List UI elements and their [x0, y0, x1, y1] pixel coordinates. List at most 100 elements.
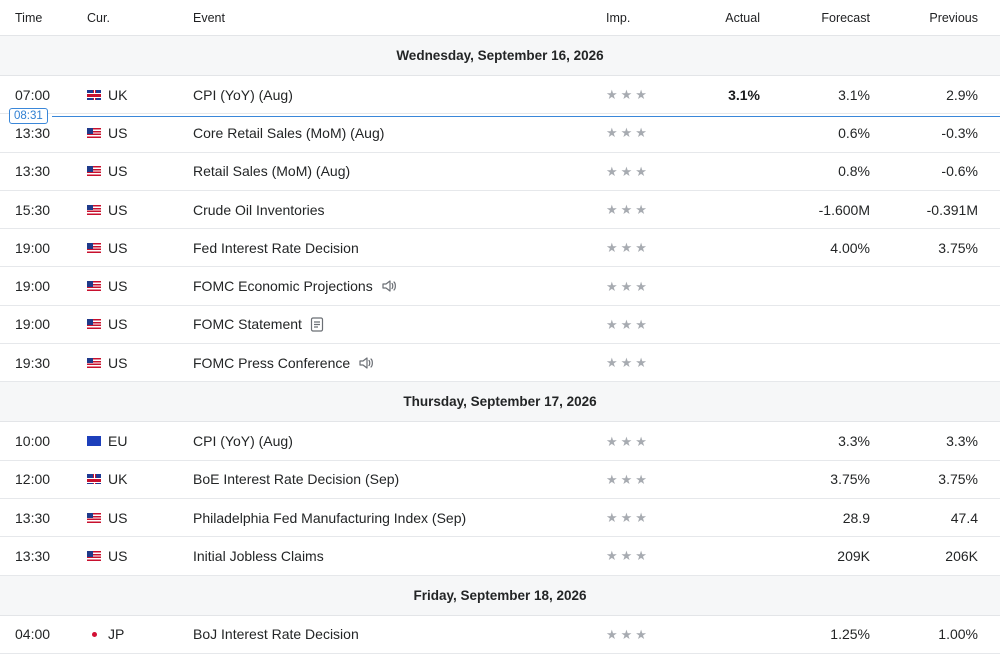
previous-value: 2.9% [946, 86, 978, 103]
speaker-icon[interactable] [381, 279, 397, 293]
star-icons: ★★★ [606, 278, 650, 294]
header-event[interactable]: Event [193, 11, 588, 25]
jp-flag-icon [87, 629, 101, 639]
table-row[interactable]: 13:30 US Core Retail Sales (MoM) (Aug) ★★★ 0… [0, 114, 1000, 153]
event-currency: UK [73, 87, 193, 103]
event-time: 19:00 [15, 316, 51, 333]
event-name-cell: FOMC Economic Projections [193, 278, 588, 294]
forecast-value: -1.600M [818, 201, 870, 218]
event-name[interactable]: FOMC Press Conference [193, 355, 350, 371]
us-flag-icon [87, 166, 101, 177]
importance-stars: ★★★ [588, 354, 678, 371]
event-name[interactable]: Initial Jobless Claims [193, 548, 324, 564]
current-time-badge: 08:31 [9, 108, 48, 124]
table-row[interactable]: 19:00 US FOMC Economic Projections ★★★ [0, 267, 1000, 306]
event-currency: JP [73, 626, 193, 642]
currency-code: US [108, 547, 128, 564]
event-currency: US [73, 202, 193, 218]
previous-value: 3.75% [938, 239, 978, 256]
star-icons: ★★★ [606, 471, 650, 487]
us-flag-icon [87, 204, 101, 215]
event-time: 07:00 [15, 86, 51, 103]
importance-stars: ★★★ [588, 471, 678, 488]
event-currency: US [73, 510, 193, 526]
header-previous[interactable]: Previous [870, 11, 978, 25]
header-actual[interactable]: Actual [678, 11, 760, 25]
importance-stars: ★★★ [588, 433, 678, 450]
event-currency: US [73, 240, 193, 256]
event-name[interactable]: CPI (YoY) (Aug) [193, 433, 293, 449]
forecast-value: 3.75% [830, 471, 870, 488]
currency-code: EU [108, 433, 128, 450]
table-row[interactable]: 12:00 UK BoE Interest Rate Decision (Sep) ★… [0, 461, 1000, 499]
currency-code: US [108, 316, 128, 333]
header-currency[interactable]: Cur. [73, 11, 193, 25]
currency-code: US [108, 354, 128, 371]
forecast-value: 0.6% [838, 124, 870, 141]
speaker-icon[interactable] [358, 356, 374, 370]
event-time: 13:30 [15, 547, 51, 564]
event-name[interactable]: BoJ Interest Rate Decision [193, 626, 359, 642]
event-currency: US [73, 316, 193, 332]
table-row[interactable]: 15:30 US Crude Oil Inventories ★★★ -1.600M -0… [0, 191, 1000, 230]
table-row[interactable]: 13:30 US Initial Jobless Claims ★★★ 209K 206K [0, 537, 1000, 576]
table-row[interactable]: 07:00 UK CPI (YoY) (Aug) ★★★ 3.1% 3.1% 2.9% [0, 76, 1000, 115]
event-name[interactable]: BoE Interest Rate Decision (Sep) [193, 471, 399, 487]
uk-flag-icon [87, 89, 101, 100]
header-importance[interactable]: Imp. [588, 11, 678, 25]
event-name[interactable]: Crude Oil Inventories [193, 202, 325, 218]
event-name[interactable]: Philadelphia Fed Manufacturing Index (Se… [193, 510, 466, 526]
forecast-value: 3.3% [838, 433, 870, 450]
header-time[interactable]: Time [0, 11, 73, 25]
importance-stars: ★★★ [588, 124, 678, 141]
header-forecast[interactable]: Forecast [760, 11, 870, 25]
event-time: 15:30 [15, 201, 51, 218]
currency-code: US [108, 278, 128, 295]
event-currency: EU [73, 433, 193, 449]
previous-value: 3.75% [938, 471, 978, 488]
currency-code: US [108, 124, 128, 141]
event-currency: US [73, 278, 193, 294]
table-row[interactable]: 19:00 US FOMC Statement ★★★ [0, 306, 1000, 345]
importance-stars: ★★★ [588, 163, 678, 180]
event-name[interactable]: FOMC Economic Projections [193, 278, 373, 294]
star-icons: ★★★ [606, 433, 650, 449]
event-name-cell: CPI (YoY) (Aug) [193, 87, 588, 103]
event-name-cell: FOMC Press Conference [193, 355, 588, 371]
event-name[interactable]: Core Retail Sales (MoM) (Aug) [193, 125, 384, 141]
day-header: Wednesday, September 16, 2026 [0, 36, 1000, 76]
day-header: Thursday, September 17, 2026 [0, 382, 1000, 423]
event-name[interactable]: Retail Sales (MoM) (Aug) [193, 163, 350, 179]
previous-value: -0.391M [926, 201, 978, 218]
event-currency: US [73, 548, 193, 564]
importance-stars: ★★★ [588, 239, 678, 256]
table-row[interactable]: 19:00 US Fed Interest Rate Decision ★★★ 4.00… [0, 229, 1000, 268]
event-currency: US [73, 125, 193, 141]
event-name[interactable]: CPI (YoY) (Aug) [193, 87, 293, 103]
event-name[interactable]: Fed Interest Rate Decision [193, 240, 359, 256]
event-currency: UK [73, 471, 193, 487]
us-flag-icon [87, 127, 101, 138]
document-icon[interactable] [310, 317, 324, 332]
forecast-value: 0.8% [838, 163, 870, 180]
importance-stars: ★★★ [588, 626, 678, 643]
table-row[interactable]: 19:30 US FOMC Press Conference ★★★ [0, 344, 1000, 383]
star-icons: ★★★ [606, 548, 650, 564]
previous-value: 3.3% [946, 433, 978, 450]
currency-code: UK [108, 86, 128, 103]
previous-value: 206K [945, 547, 978, 564]
previous-value: 1.00% [938, 626, 978, 643]
importance-stars: ★★★ [588, 86, 678, 103]
us-flag-icon [87, 281, 101, 292]
forecast-value: 28.9 [842, 509, 870, 526]
event-name[interactable]: FOMC Statement [193, 316, 302, 332]
table-row[interactable]: 04:00 JP BoJ Interest Rate Decision ★★★ 1.25… [0, 616, 1000, 654]
previous-value: -0.3% [941, 124, 978, 141]
event-name-cell: BoE Interest Rate Decision (Sep) [193, 471, 588, 487]
table-row[interactable]: 13:30 US Philadelphia Fed Manufacturing In… [0, 499, 1000, 538]
us-flag-icon [87, 242, 101, 253]
forecast-value: 4.00% [830, 239, 870, 256]
event-name-cell: Initial Jobless Claims [193, 548, 588, 564]
table-row[interactable]: 13:30 US Retail Sales (MoM) (Aug) ★★★ 0.8% -0… [0, 153, 1000, 191]
table-row[interactable]: 10:00 EU CPI (YoY) (Aug) ★★★ 3.3% 3.3% [0, 422, 1000, 461]
